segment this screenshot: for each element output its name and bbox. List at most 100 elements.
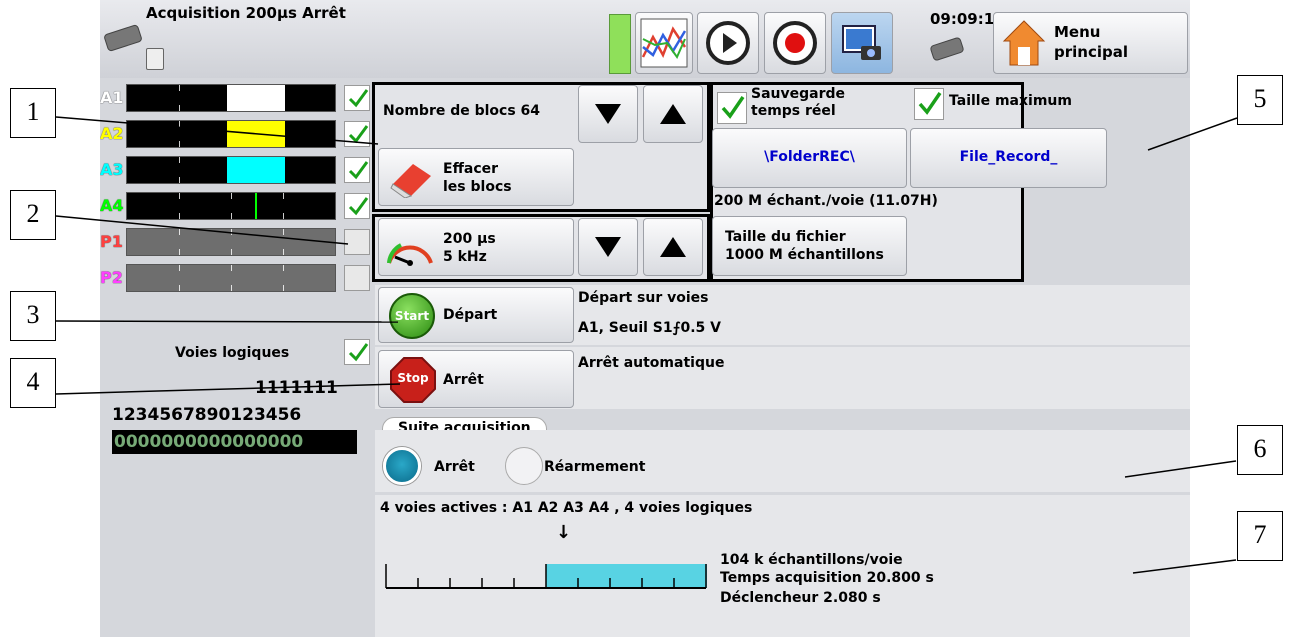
samples-per-channel: 104 k échantillons/voie xyxy=(720,552,903,568)
trace-tick xyxy=(283,249,284,255)
channel-trace xyxy=(126,264,336,292)
trace-tick xyxy=(283,229,284,235)
stop-mode-title: Arrêt automatique xyxy=(578,355,725,371)
play-button[interactable] xyxy=(697,12,759,74)
trace-tick xyxy=(179,193,180,199)
channel-row-a2[interactable]: A2 xyxy=(100,118,370,151)
callout-3: 3 xyxy=(10,291,56,341)
channel-trace xyxy=(126,84,336,112)
stop-button[interactable]: Stop Arrêt xyxy=(378,350,574,408)
logic-row-1: 1111111 xyxy=(255,378,338,398)
channel-row-p2[interactable]: P2 xyxy=(100,262,370,295)
suite-stop-radio[interactable] xyxy=(383,447,421,485)
chip-icon xyxy=(104,25,142,51)
trace-tick xyxy=(179,285,180,291)
start-icon: Start xyxy=(389,293,435,339)
clear-blocks-line1: Effacer xyxy=(443,161,499,177)
suite-rearm-radio[interactable] xyxy=(505,447,543,485)
file-size-line1: Taille du fichier xyxy=(725,229,846,245)
post-trigger-fill xyxy=(546,564,707,588)
screenshot-button[interactable] xyxy=(831,12,893,74)
trace-tick xyxy=(179,157,180,163)
callout-1: 1 xyxy=(10,88,56,138)
start-label: Départ xyxy=(443,307,498,323)
channel-label: A2 xyxy=(100,124,124,143)
channel-enable-checkbox[interactable] xyxy=(344,265,370,291)
logic-channels-label: Voies logiques xyxy=(175,345,290,361)
channel-color-marker xyxy=(255,193,257,219)
clear-blocks-button[interactable]: Effacer les blocs xyxy=(378,148,574,206)
channel-color-marker xyxy=(227,85,285,111)
channel-trace xyxy=(126,120,336,148)
trace-tick xyxy=(231,285,232,291)
file-size-button[interactable]: Taille du fichier 1000 M échantillons xyxy=(712,216,907,276)
channel-enable-checkbox[interactable] xyxy=(344,157,370,183)
callout-2: 2 xyxy=(10,190,56,240)
realtime-save-checkbox[interactable] xyxy=(717,92,747,124)
block-count-label: Nombre de blocs 64 xyxy=(383,103,541,119)
callout-6: 6 xyxy=(1237,425,1283,475)
channel-row-a1[interactable]: A1 xyxy=(100,82,370,115)
acquisition-timeline xyxy=(385,560,707,590)
active-channels-summary: 4 voies actives : A1 A2 A3 A4 , 4 voies … xyxy=(380,500,753,516)
checkmark-icon xyxy=(348,89,369,108)
record-icon xyxy=(773,21,817,65)
block-count-decrease-button[interactable] xyxy=(578,85,638,143)
record-button[interactable] xyxy=(764,12,826,74)
trace-tick xyxy=(179,265,180,271)
trace-tick xyxy=(283,213,284,219)
max-size-checkbox[interactable] xyxy=(914,88,944,120)
disk-icon xyxy=(146,48,164,70)
folder-button[interactable]: \FolderREC\ xyxy=(712,128,907,188)
file-button[interactable]: File_Record_ xyxy=(910,128,1107,188)
channel-enable-checkbox[interactable] xyxy=(344,193,370,219)
main-menu-button[interactable]: Menu principal xyxy=(993,12,1188,74)
channel-list: A1 A2 A3 A4 P1 P2 xyxy=(100,82,370,332)
channel-row-a3[interactable]: A3 xyxy=(100,154,370,187)
channel-row-a4[interactable]: A4 xyxy=(100,190,370,223)
trace-tick xyxy=(231,213,232,219)
trace-tick xyxy=(231,193,232,199)
trace-tick xyxy=(231,249,232,255)
logic-row-3: 0000000000000000 xyxy=(114,432,304,452)
chart-view-button[interactable] xyxy=(635,12,693,74)
start-trigger-title: Départ sur voies xyxy=(578,290,709,306)
trace-tick xyxy=(231,265,232,271)
chip-icon xyxy=(930,37,964,61)
gauge-icon xyxy=(387,243,433,266)
channel-label: P1 xyxy=(100,232,123,251)
channel-enable-checkbox[interactable] xyxy=(344,85,370,111)
channel-row-p1[interactable]: P1 xyxy=(100,226,370,259)
sampling-speed-button[interactable]: 200 µs 5 kHz xyxy=(378,218,574,276)
channel-label: P2 xyxy=(100,268,123,287)
trace-tick xyxy=(179,85,180,91)
speed-increase-button[interactable] xyxy=(643,218,703,276)
start-button[interactable]: Start Départ xyxy=(378,287,574,343)
trace-tick xyxy=(179,213,180,219)
trace-tick xyxy=(179,249,180,255)
trace-tick xyxy=(179,141,180,147)
block-count-increase-button[interactable] xyxy=(643,85,703,143)
arrow-up-icon xyxy=(660,104,686,124)
channel-enable-checkbox[interactable] xyxy=(344,229,370,255)
trigger-arrow-icon: ↓ xyxy=(556,522,572,543)
trace-tick xyxy=(231,229,232,235)
logic-channels-checkbox[interactable] xyxy=(344,339,370,365)
callout-4: 4 xyxy=(10,358,56,408)
suite-panel xyxy=(375,430,1190,492)
speed-decrease-button[interactable] xyxy=(578,218,638,276)
channel-color-marker xyxy=(227,157,285,183)
timeline-svg xyxy=(385,564,707,589)
battery-icon xyxy=(609,14,631,74)
start-trigger-value: A1, Seuil S1⨍0.5 V xyxy=(578,320,721,336)
realtime-save-line1: Sauvegarde xyxy=(751,86,846,102)
checkmark-icon xyxy=(918,92,942,115)
acquisition-screen: Acquisition 200µs Arrêt 09:09:15 Menu pr… xyxy=(100,0,1190,637)
channel-label: A3 xyxy=(100,160,124,179)
arrow-down-icon xyxy=(595,104,621,124)
checkmark-icon xyxy=(348,125,369,144)
channel-enable-checkbox[interactable] xyxy=(344,121,370,147)
trigger-time: Déclencheur 2.080 s xyxy=(720,590,881,606)
trace-tick xyxy=(179,229,180,235)
trace-tick xyxy=(283,265,284,271)
